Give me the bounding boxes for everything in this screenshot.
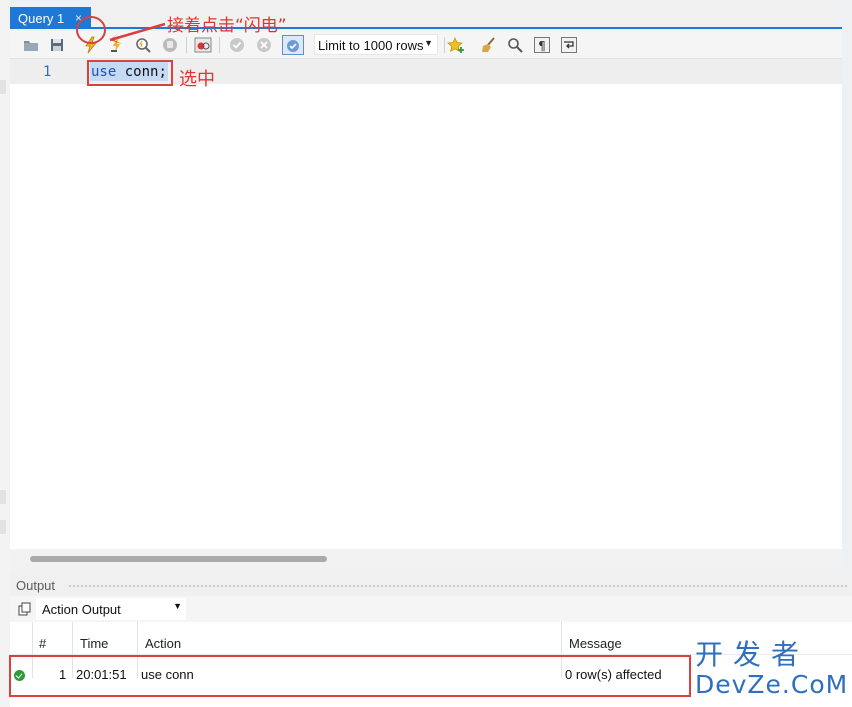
row-limit-value: Limit to 1000 rows <box>318 38 424 53</box>
annotation-click-hint: 接着点击“闪电” <box>167 16 287 36</box>
column-header-index[interactable]: # <box>39 636 46 651</box>
wrap-lines-icon[interactable] <box>560 36 578 54</box>
row-limit-select[interactable]: Limit to 1000 rows ▼ <box>314 34 438 55</box>
output-panel-header: Output <box>10 576 852 596</box>
toolbar-separator <box>444 37 445 53</box>
column-header-time[interactable]: Time <box>80 636 108 651</box>
side-marker <box>0 80 6 94</box>
side-marker <box>0 520 6 534</box>
left-side-strip <box>0 0 10 707</box>
tab-title: Query 1 <box>18 11 65 26</box>
scrollbar-thumb[interactable] <box>30 556 327 562</box>
toolbar-separator <box>186 37 187 53</box>
annotation-selection-box <box>87 60 173 86</box>
toolbar-separator <box>219 37 220 53</box>
output-title: Output <box>16 578 56 593</box>
copy-icon[interactable] <box>18 602 32 616</box>
beautify-broom-icon[interactable] <box>480 36 498 54</box>
panel-grip[interactable] <box>68 584 848 589</box>
chevron-down-icon: ▼ <box>173 601 182 611</box>
output-type-value: Action Output <box>42 602 121 617</box>
commit-icon[interactable] <box>228 36 246 54</box>
column-header-message[interactable]: Message <box>569 636 622 651</box>
rollback-icon[interactable] <box>255 36 273 54</box>
add-snippet-star-icon[interactable] <box>447 36 465 54</box>
save-icon[interactable] <box>48 36 66 54</box>
annotation-result-box <box>9 655 691 697</box>
svg-text:¶: ¶ <box>538 39 546 53</box>
chevron-down-icon: ▼ <box>424 38 433 48</box>
invisible-chars-pilcrow-icon[interactable]: ¶ <box>533 36 551 54</box>
open-folder-icon[interactable] <box>22 36 40 54</box>
watermark-cn: 开发者 <box>695 638 810 671</box>
side-marker <box>0 490 6 504</box>
annotation-arrow <box>76 16 166 44</box>
watermark: 开发者 DevZe.CoM <box>695 639 847 699</box>
output-toolbar: Action Output ▼ <box>10 596 852 622</box>
autocommit-toggle-icon[interactable] <box>282 35 304 55</box>
line-number: 1 <box>43 64 52 80</box>
watermark-en: DevZe.CoM <box>695 670 849 699</box>
column-header-action[interactable]: Action <box>145 636 181 651</box>
annotation-select-hint: 选中 <box>179 69 215 90</box>
find-icon[interactable] <box>506 36 524 54</box>
toggle-continue-on-error-icon[interactable] <box>194 36 212 54</box>
sql-editor[interactable]: 1 use conn; <box>10 59 842 549</box>
output-type-select[interactable]: Action Output ▼ <box>36 598 186 620</box>
